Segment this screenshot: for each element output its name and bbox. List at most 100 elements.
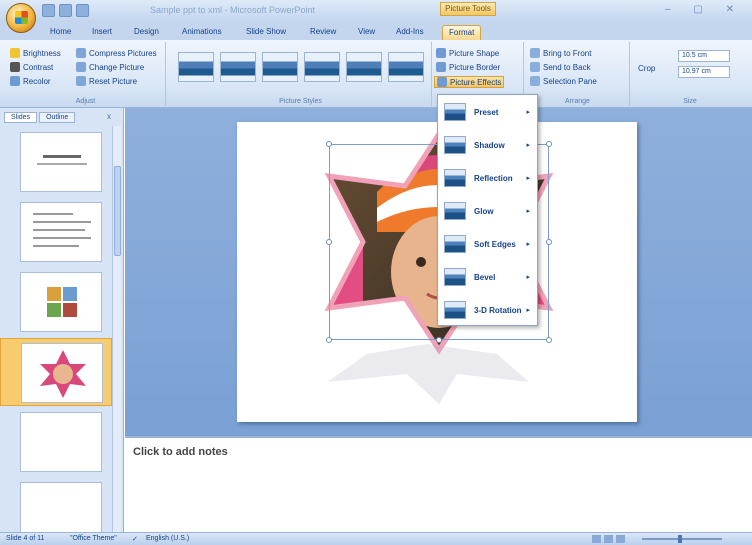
send-back-icon (530, 62, 540, 72)
office-button[interactable] (6, 3, 36, 33)
contrast-button[interactable]: Contrast (10, 62, 53, 72)
height-field[interactable]: 10.5 cm (678, 50, 730, 62)
tab-slide-show[interactable]: Slide Show (240, 25, 292, 40)
picture-styles-group: Picture Styles (170, 42, 432, 106)
menu-label: Reflection (474, 173, 513, 183)
picture-style-2[interactable] (220, 52, 256, 82)
zoom-controls[interactable] (592, 535, 742, 543)
send-to-back-button[interactable]: Send to Back (530, 62, 591, 72)
save-icon[interactable] (42, 4, 55, 17)
width-field[interactable]: 10.97 cm (678, 66, 730, 78)
tab-home[interactable]: Home (44, 25, 77, 40)
undo-icon[interactable] (59, 4, 72, 17)
change-picture-button[interactable]: Change Picture (76, 62, 144, 72)
recolor-icon (10, 76, 20, 86)
theme-name: "Office Theme" (70, 535, 117, 542)
picture-style-1[interactable] (178, 52, 214, 82)
ribbon-tabs: Home Insert Design Animations Slide Show… (0, 22, 752, 40)
slide-thumbnail-3[interactable] (0, 268, 112, 336)
resize-handle[interactable] (546, 337, 552, 343)
slide-thumbnail-4[interactable] (0, 338, 112, 406)
tab-view[interactable]: View (352, 25, 381, 40)
send-back-label: Send to Back (543, 62, 591, 72)
submenu-arrow-icon: ▸ (526, 109, 530, 116)
star-reflection (327, 344, 529, 404)
picture-style-6[interactable] (388, 52, 424, 82)
view-buttons-icon[interactable] (592, 535, 628, 543)
soft-edges-icon (444, 235, 466, 253)
submenu-arrow-icon: ▸ (526, 175, 530, 182)
tab-format[interactable]: Format (442, 25, 482, 40)
picture-style-5[interactable] (346, 52, 382, 82)
slide-preview (20, 132, 102, 192)
slides-pane: Slides Outline x (0, 108, 124, 542)
recolor-button[interactable]: Recolor (10, 76, 51, 86)
picture-effects-button[interactable]: Picture Effects (434, 76, 505, 88)
picture-style-3[interactable] (262, 52, 298, 82)
picture-effects-label: Picture Effects (450, 77, 502, 87)
reset-picture-icon (76, 76, 86, 86)
arrange-group-label: Arrange (565, 98, 590, 105)
menu-label: 3-D Rotation (474, 305, 522, 315)
resize-handle[interactable] (326, 239, 332, 245)
bring-to-front-button[interactable]: Bring to Front (530, 48, 591, 58)
submenu-arrow-icon: ▸ (526, 142, 530, 149)
close-icon[interactable]: x (107, 112, 111, 121)
picture-shape-button[interactable]: Picture Shape (436, 48, 499, 58)
compress-icon (76, 48, 86, 58)
quick-access-toolbar (42, 4, 89, 17)
redo-icon[interactable] (76, 4, 89, 17)
change-picture-label: Change Picture (89, 62, 145, 72)
brightness-button[interactable]: Brightness (10, 48, 61, 58)
menu-item-shadow[interactable]: Shadow ▸ (440, 132, 536, 158)
submenu-arrow-icon: ▸ (526, 241, 530, 248)
menu-item-bevel[interactable]: Bevel ▸ (440, 264, 536, 290)
recolor-label: Recolor (23, 76, 51, 86)
slides-scrollbar[interactable] (112, 126, 121, 532)
picture-tools-label: Picture Tools (440, 2, 496, 16)
menu-item-reflection[interactable]: Reflection ▸ (440, 165, 536, 191)
slide-thumbnail-1[interactable] (0, 128, 112, 196)
slide-thumbnail-5[interactable] (0, 408, 112, 476)
slide-thumbnail-2[interactable] (0, 198, 112, 266)
reset-picture-button[interactable]: Reset Picture (76, 76, 137, 86)
tab-design[interactable]: Design (128, 25, 165, 40)
picture-effects-menu: Preset ▸ Shadow ▸ Reflection ▸ Glow ▸ Soft E… (437, 94, 538, 326)
status-bar: Slide 4 of 11 "Office Theme" ✓ English (… (0, 532, 752, 545)
menu-label: Shadow (474, 140, 505, 150)
reset-picture-label: Reset Picture (89, 76, 138, 86)
notes-placeholder[interactable]: Click to add notes (133, 446, 228, 458)
slide-preview (20, 202, 102, 262)
preset-icon (444, 103, 466, 121)
menu-item-soft-edges[interactable]: Soft Edges ▸ (440, 231, 536, 257)
tab-insert[interactable]: Insert (86, 25, 118, 40)
compress-pictures-button[interactable]: Compress Pictures (76, 48, 157, 58)
menu-item-3d-rotation[interactable]: 3-D Rotation ▸ (440, 297, 536, 323)
effects-icon (437, 77, 447, 87)
notes-pane[interactable]: Click to add notes (125, 436, 752, 532)
window-controls[interactable]: – ▢ ✕ (665, 4, 744, 15)
scrollbar-thumb[interactable] (114, 166, 121, 256)
tab-animations[interactable]: Animations (176, 25, 228, 40)
spellcheck-icon[interactable]: ✓ (132, 535, 138, 543)
tab-review[interactable]: Review (304, 25, 342, 40)
tab-outline[interactable]: Outline (39, 112, 76, 123)
menu-item-preset[interactable]: Preset ▸ (440, 99, 536, 125)
crop-button[interactable]: Crop (638, 64, 655, 73)
resize-handle[interactable] (326, 337, 332, 343)
slide-preview (20, 272, 102, 332)
resize-handle[interactable] (436, 337, 442, 343)
picture-border-button[interactable]: Picture Border (436, 62, 500, 72)
slide-counter: Slide 4 of 11 (6, 535, 45, 542)
zoom-slider[interactable] (642, 535, 722, 543)
office-logo-icon (15, 11, 28, 24)
resize-handle[interactable] (546, 239, 552, 245)
tab-add-ins[interactable]: Add-Ins (390, 25, 430, 40)
resize-handle[interactable] (326, 141, 332, 147)
menu-item-glow[interactable]: Glow ▸ (440, 198, 536, 224)
resize-handle[interactable] (546, 141, 552, 147)
selection-pane-button[interactable]: Selection Pane (530, 76, 597, 86)
picture-border-label: Picture Border (449, 62, 501, 72)
tab-slides[interactable]: Slides (4, 112, 38, 123)
picture-style-4[interactable] (304, 52, 340, 82)
